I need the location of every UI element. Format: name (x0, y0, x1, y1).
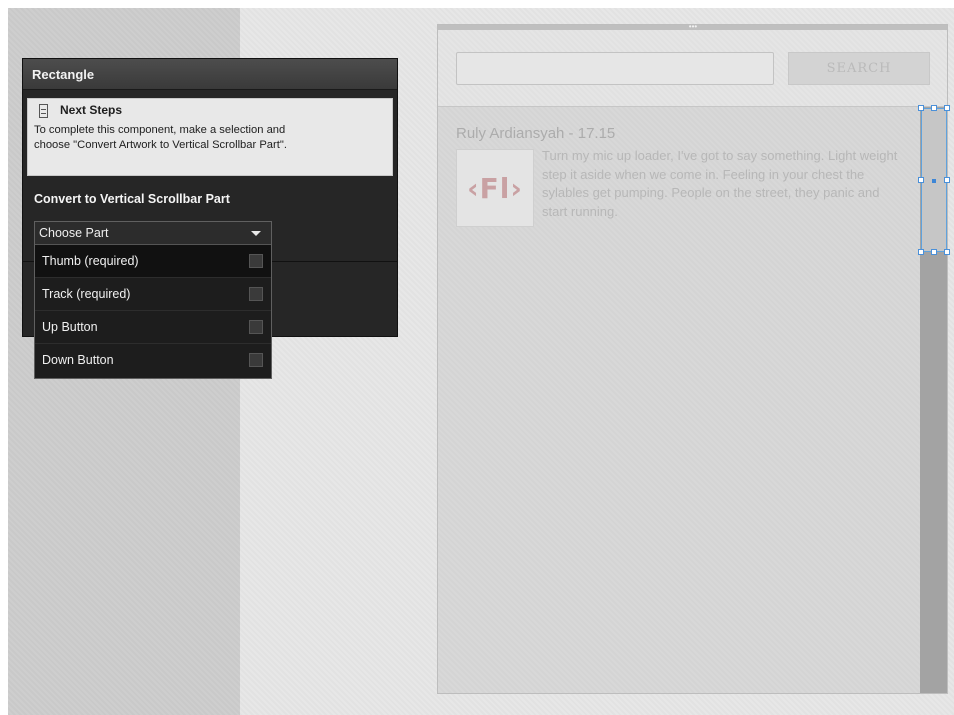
search-input[interactable] (456, 52, 774, 85)
option-checkbox[interactable] (249, 353, 263, 367)
selection-handle[interactable] (918, 249, 924, 255)
selection-handle[interactable] (931, 249, 937, 255)
dropdown-selected-value: Choose Part (39, 226, 109, 240)
option-checkbox[interactable] (249, 320, 263, 334)
selection-handle[interactable] (944, 177, 950, 183)
dropdown-option-track[interactable]: Track (required) (35, 278, 271, 311)
chevron-down-icon (251, 230, 261, 236)
dropdown-option-thumb[interactable]: Thumb (required) (35, 245, 271, 278)
next-steps-heading: Next Steps (60, 103, 123, 117)
choose-part-dropdown[interactable]: Choose Part Thumb (required) Track (requ… (34, 221, 272, 379)
top-border (0, 0, 954, 8)
dropdown-option-up-button[interactable]: Up Button (35, 311, 271, 344)
selection-handle[interactable] (918, 177, 924, 183)
search-button[interactable]: SEARCH (788, 52, 930, 85)
selection-handle[interactable] (931, 105, 937, 111)
flash-logo-thumbnail: ‹Fl› (456, 149, 534, 227)
dropdown-option-label: Track (required) (42, 287, 131, 301)
feed-author: Ruly Ardiansyah - 17.15 (456, 125, 616, 142)
next-steps-line-1: To complete this component, make a selec… (34, 123, 286, 136)
convert-heading: Convert to Vertical Scrollbar Part (34, 192, 230, 206)
selection-handle[interactable] (918, 105, 924, 111)
feed-text: Turn my mic up loader, I've got to say s… (542, 148, 898, 219)
scrollbar-component-icon (39, 103, 48, 118)
option-checkbox[interactable] (249, 254, 263, 268)
dropdown-option-label: Thumb (required) (42, 254, 139, 268)
next-steps-line-2: choose "Convert Artwork to Vertical Scro… (34, 139, 287, 151)
next-steps-box: Next Steps To complete this component, m… (27, 98, 393, 176)
selection-handle[interactable] (944, 105, 950, 111)
app-mockup-frame: ••• SEARCH Ruly Ardiansyah - 17.15 ‹Fl› … (437, 23, 950, 694)
app-header: SEARCH (438, 30, 947, 107)
selection-handle[interactable] (944, 249, 950, 255)
dropdown-trigger[interactable]: Choose Part (35, 222, 271, 245)
selection-center-point (932, 179, 936, 183)
option-checkbox[interactable] (249, 287, 263, 301)
flash-logo-icon: ‹Fl› (467, 171, 523, 205)
dropdown-option-down-button[interactable]: Down Button (35, 344, 271, 376)
next-steps-header: Next Steps (34, 103, 386, 119)
left-border (0, 0, 8, 715)
dropdown-option-label: Up Button (42, 320, 98, 334)
dropdown-option-label: Down Button (42, 353, 114, 367)
panel-title: Rectangle (23, 59, 397, 90)
